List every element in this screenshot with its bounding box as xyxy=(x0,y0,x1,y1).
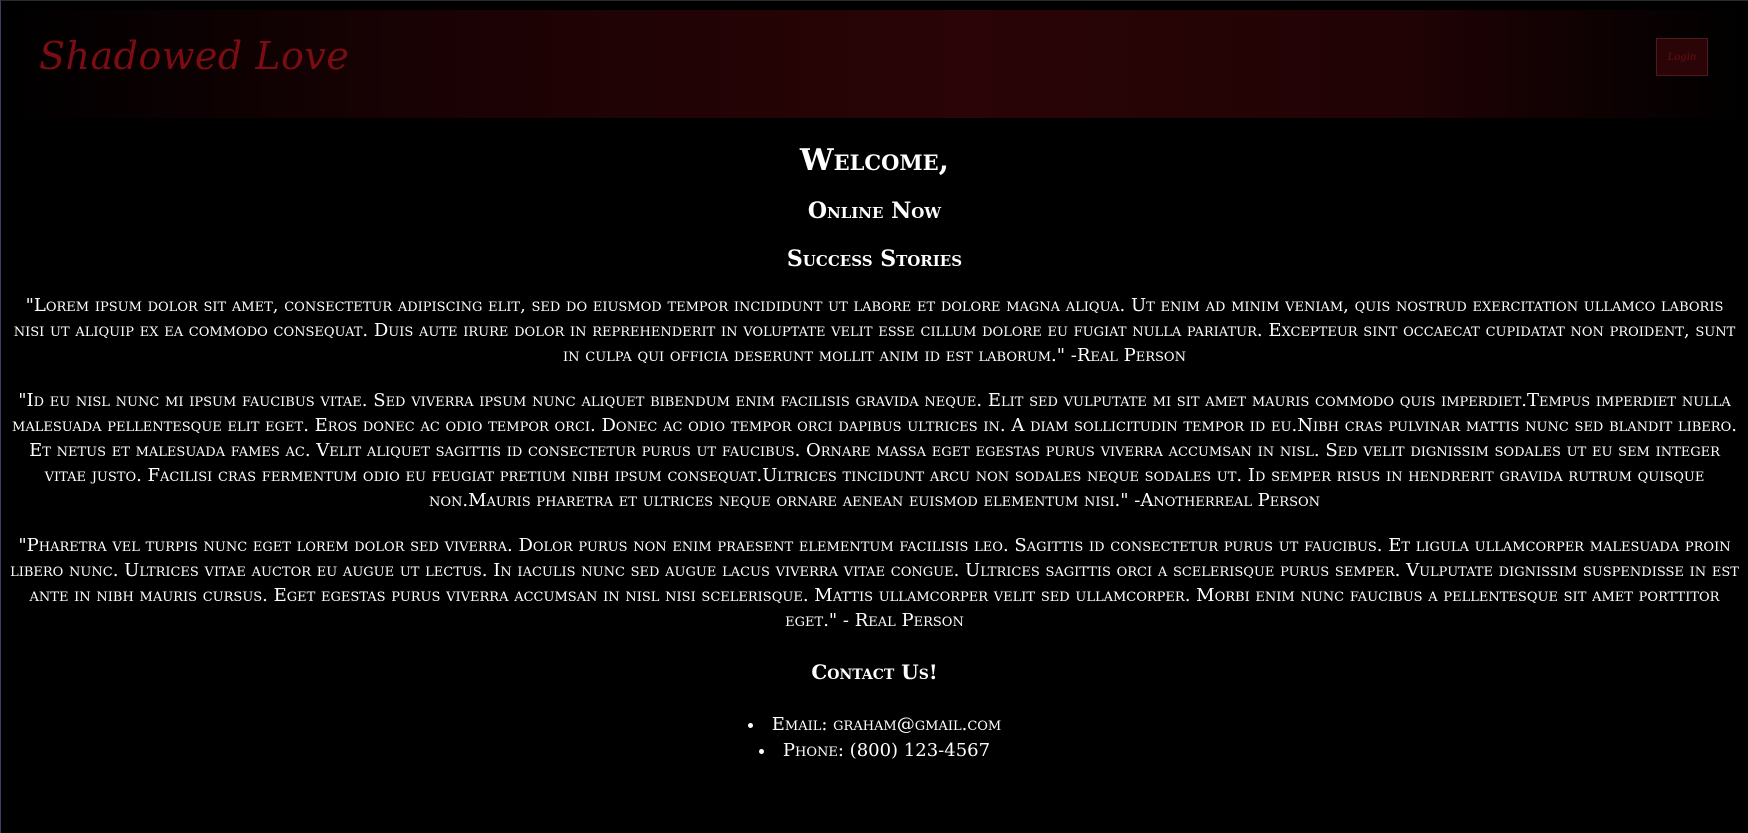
success-stories-heading: Success Stories xyxy=(786,246,963,272)
contact-heading: Contact Us! xyxy=(811,660,938,684)
contact-phone: Phone: (800) 123-4567 xyxy=(9,738,1740,764)
site-logo[interactable]: Shadowed Love xyxy=(39,34,349,78)
success-story: "Lorem ipsum dolor sit amet, consectetur… xyxy=(13,295,1736,366)
login-button[interactable]: Login xyxy=(1656,38,1708,76)
site-header: Shadowed Love Login xyxy=(1,10,1748,118)
success-story: "Id eu nisl nunc mi ipsum faucibus vitae… xyxy=(12,390,1737,511)
online-now-heading: Online Now xyxy=(807,198,942,224)
welcome-heading: Welcome, xyxy=(799,143,950,178)
contact-email: Email: graham@gmail.com xyxy=(9,712,1740,738)
main-content: Welcome, Online Now Success Stories "Lor… xyxy=(1,143,1748,764)
contact-list: Email: graham@gmail.com Phone: (800) 123… xyxy=(9,712,1740,764)
success-story: "Pharetra vel turpis nunc eget lorem dol… xyxy=(10,535,1739,631)
